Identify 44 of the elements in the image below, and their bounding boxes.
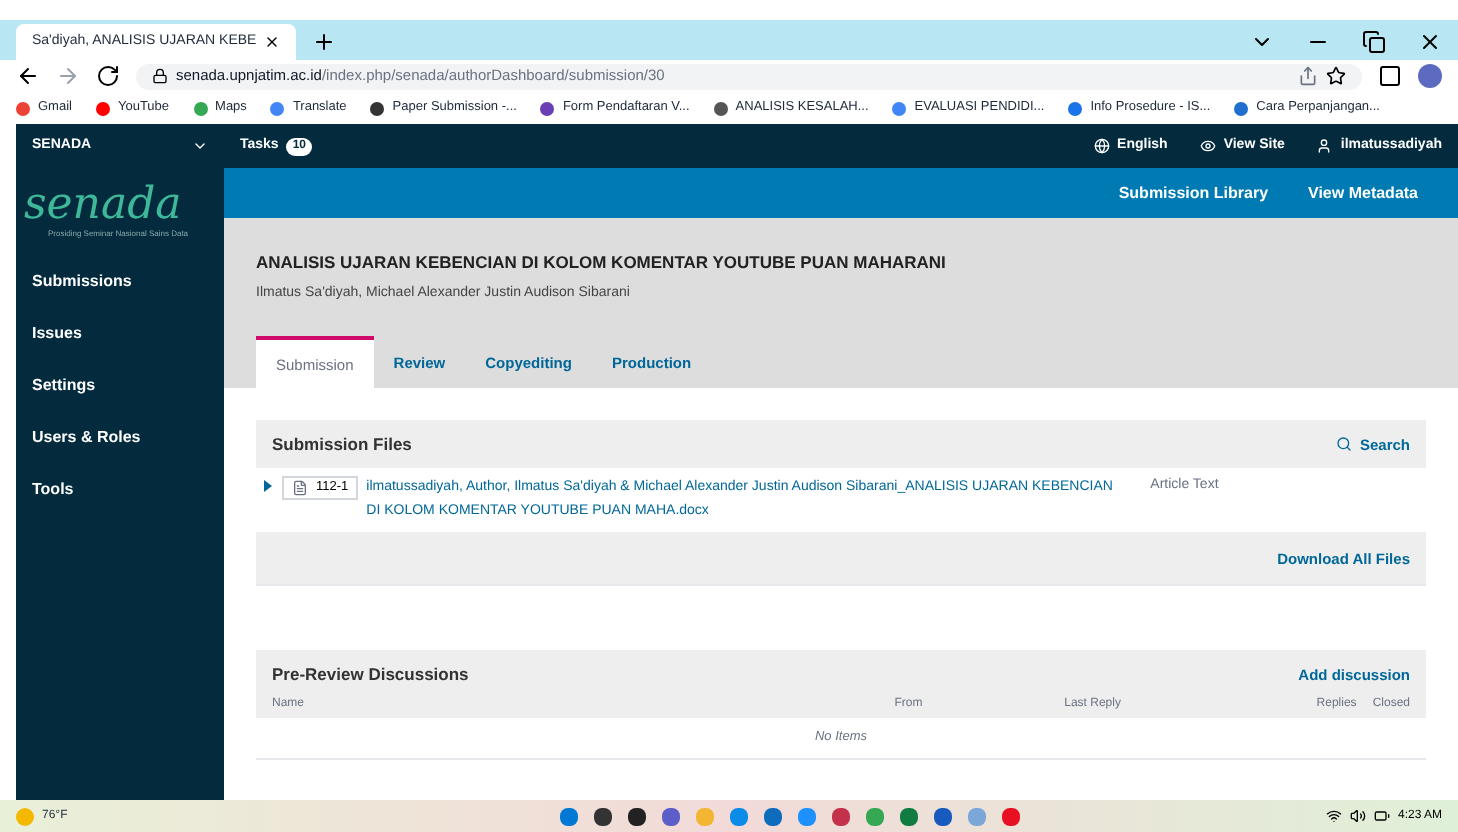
close-icon[interactable] [1418, 30, 1442, 54]
bookmark-icon [95, 101, 110, 115]
reload-icon[interactable] [96, 64, 120, 88]
new-tab-icon[interactable] [312, 30, 336, 54]
star-icon[interactable] [1326, 66, 1346, 86]
sidebar-item[interactable]: Settings [16, 360, 224, 412]
bookmark-icon [1234, 101, 1249, 115]
restore-icon[interactable] [1362, 30, 1386, 54]
lock-icon [152, 68, 168, 84]
bookmark-icon [193, 101, 208, 115]
globe-icon [1093, 138, 1110, 154]
caret-icon [192, 138, 208, 154]
action-link[interactable]: View Metadata [1308, 181, 1418, 205]
bookmark-icon [540, 101, 555, 115]
sidebar-item[interactable]: Issues [16, 308, 224, 360]
sidebar-item[interactable]: Submissions [16, 256, 224, 308]
bookmark-icon [270, 101, 285, 115]
bookmark-icon [1068, 101, 1083, 115]
document-icon [292, 480, 308, 497]
bookmark-icon [370, 101, 385, 115]
submission-title: ANALISIS UJARAN KEBENCIAN DI KOLOM KOMENTAR YOUTUBE PUAN MAHARANI [256, 250, 948, 276]
search-icon [1335, 436, 1352, 453]
share-icon[interactable] [1298, 66, 1318, 86]
sidebar-item[interactable]: Tools [16, 464, 224, 516]
section-heading: Pre-Review Discussions [272, 661, 469, 688]
volume-icon[interactable] [1349, 808, 1366, 824]
expand-icon[interactable] [264, 476, 274, 493]
user-icon [1316, 138, 1333, 154]
wifi-icon[interactable] [1325, 808, 1342, 824]
back-icon[interactable] [16, 64, 40, 88]
bookmark-icon [892, 101, 907, 115]
weather-icon [16, 807, 34, 825]
action-link[interactable]: Submission Library [1118, 181, 1269, 205]
logo: senada [24, 184, 184, 228]
bookmark-icon [16, 101, 30, 115]
section-heading: Submission Files [272, 431, 412, 458]
profile-avatar[interactable] [1418, 64, 1442, 88]
sidebar-icon[interactable] [1378, 64, 1402, 88]
sidebar-item[interactable]: Users & Roles [16, 412, 224, 464]
battery-icon[interactable] [1373, 808, 1390, 824]
forward-icon[interactable] [56, 64, 80, 88]
eye-icon [1199, 138, 1216, 154]
close-icon[interactable] [264, 34, 280, 50]
bookmark-icon [713, 101, 728, 115]
